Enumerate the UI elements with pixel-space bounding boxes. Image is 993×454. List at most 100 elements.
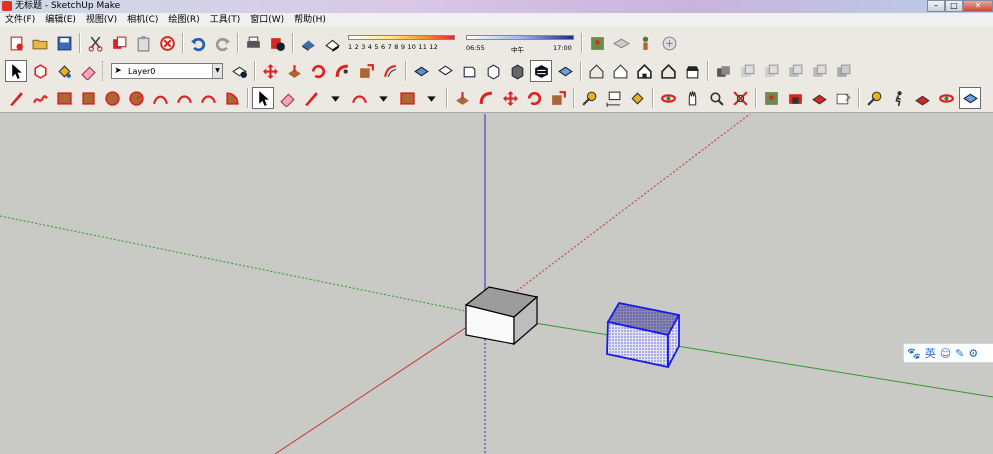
section-plane-5-button[interactable] [832, 60, 854, 82]
paw-icon[interactable]: 🐾 [907, 347, 921, 360]
save-button[interactable] [53, 32, 75, 54]
pan-button[interactable] [681, 87, 703, 109]
display-shadows-button[interactable] [321, 32, 343, 54]
ime-language[interactable]: 英 [925, 345, 936, 361]
view-front-button[interactable] [458, 60, 480, 82]
pen-icon[interactable]: ✎ [955, 347, 964, 360]
shape-dropdown-arrow[interactable] [420, 87, 442, 109]
undo-button[interactable] [187, 32, 209, 54]
menu-draw[interactable]: 绘图(R) [163, 13, 204, 27]
scale-2-button[interactable] [547, 87, 569, 109]
view-top-button[interactable] [434, 60, 456, 82]
view-back-button[interactable] [506, 60, 528, 82]
view-right-button[interactable] [482, 60, 504, 82]
minimize-button[interactable]: – [927, 0, 945, 12]
follow-me-2-button[interactable] [475, 87, 497, 109]
warehouse-2-button[interactable] [784, 87, 806, 109]
shape-dropdown-button[interactable] [396, 87, 418, 109]
share-model-button[interactable] [808, 87, 830, 109]
time-slider[interactable] [466, 35, 574, 40]
push-pull-button[interactable] [283, 60, 305, 82]
arc-tool-button[interactable] [149, 87, 171, 109]
box-right-selected[interactable] [606, 301, 681, 369]
make-component-button[interactable] [29, 60, 51, 82]
close-button[interactable]: ✕ [963, 0, 993, 12]
toggle-terrain-button[interactable] [610, 32, 632, 54]
extension-warehouse-button[interactable] [832, 87, 854, 109]
emoji-icon[interactable]: ☺ [940, 347, 951, 360]
section-plane-2-button[interactable] [760, 60, 782, 82]
scene-canvas[interactable] [0, 114, 993, 454]
push-pull-2-button[interactable] [451, 87, 473, 109]
redo-button[interactable] [211, 32, 233, 54]
rotate-button[interactable] [307, 60, 329, 82]
rotate-2-button[interactable] [523, 87, 545, 109]
circle-tool-button[interactable] [101, 87, 123, 109]
photo-textures-button[interactable] [634, 32, 656, 54]
style-textured-button[interactable] [657, 60, 679, 82]
paste-button[interactable] [132, 32, 154, 54]
menu-help[interactable]: 帮助(H) [289, 13, 331, 27]
menu-edit[interactable]: 编辑(E) [40, 13, 81, 27]
dimension-button[interactable] [602, 87, 624, 109]
month-slider[interactable] [348, 35, 455, 40]
menu-file[interactable]: 文件(F) [0, 13, 40, 27]
section-plane-4-button[interactable] [808, 60, 830, 82]
copy-button[interactable] [108, 32, 130, 54]
drawing-viewport[interactable] [0, 114, 993, 454]
shadow-settings-button[interactable] [297, 32, 319, 54]
erase-button[interactable] [156, 32, 178, 54]
text-button[interactable] [626, 87, 648, 109]
view-left-button[interactable] [530, 60, 552, 82]
open-button[interactable] [29, 32, 51, 54]
offset-button[interactable] [379, 60, 401, 82]
sandbox-button[interactable] [911, 87, 933, 109]
scale-button[interactable] [355, 60, 377, 82]
layer-dropdown[interactable]: ➤ Layer0 ▼ [111, 63, 223, 79]
print-button[interactable] [242, 32, 264, 54]
menu-camera[interactable]: 相机(C) [122, 13, 163, 27]
rectangle-tool-button[interactable] [53, 87, 75, 109]
two-point-arc-button[interactable] [173, 87, 195, 109]
freehand-tool-button[interactable] [29, 87, 51, 109]
style-hidden-line-button[interactable] [609, 60, 631, 82]
style-shaded-button[interactable] [633, 60, 655, 82]
model-info-button[interactable] [266, 32, 288, 54]
move-button[interactable] [259, 60, 281, 82]
arc-dropdown-button[interactable] [348, 87, 370, 109]
menu-view[interactable]: 视图(V) [81, 13, 122, 27]
zoom-button[interactable] [705, 87, 727, 109]
cut-button[interactable] [84, 32, 106, 54]
menu-tools[interactable]: 工具(T) [205, 13, 246, 27]
orbit-2-button[interactable] [935, 87, 957, 109]
3d-warehouse-button[interactable] [658, 32, 680, 54]
follow-me-button[interactable] [331, 60, 353, 82]
three-point-arc-button[interactable] [197, 87, 219, 109]
line-dropdown-arrow[interactable] [324, 87, 346, 109]
add-location-2-button[interactable] [760, 87, 782, 109]
style-monochrome-button[interactable] [681, 60, 703, 82]
eraser-2-button[interactable] [276, 87, 298, 109]
menu-window[interactable]: 窗口(W) [245, 13, 289, 27]
line-dropdown-button[interactable] [300, 87, 322, 109]
layer-manager-button[interactable] [228, 60, 250, 82]
paint-bucket-button[interactable] [53, 60, 75, 82]
zoom-extents-button[interactable] [729, 87, 751, 109]
layer-visibility-button[interactable] [712, 60, 734, 82]
polygon-tool-button[interactable] [125, 87, 147, 109]
view-iso-button[interactable] [410, 60, 432, 82]
walk-button[interactable] [887, 87, 909, 109]
section-plane-1-button[interactable] [736, 60, 758, 82]
new-file-button[interactable] [5, 32, 27, 54]
shadow-time-slider[interactable]: 1 2 3 4 5 6 7 8 9 10 11 12 06:55 中午 17:0… [348, 32, 578, 54]
rotated-rectangle-button[interactable] [77, 87, 99, 109]
maximize-button[interactable]: □ [945, 0, 963, 12]
box-left[interactable] [464, 286, 539, 346]
arc-dropdown-arrow[interactable] [372, 87, 394, 109]
tape-measure-button[interactable] [578, 87, 600, 109]
add-location-button[interactable] [586, 32, 608, 54]
move-2-button[interactable] [499, 87, 521, 109]
select-tool-2-button[interactable] [252, 87, 274, 109]
gear-icon[interactable]: ⚙ [968, 347, 978, 360]
pie-tool-button[interactable] [221, 87, 243, 109]
